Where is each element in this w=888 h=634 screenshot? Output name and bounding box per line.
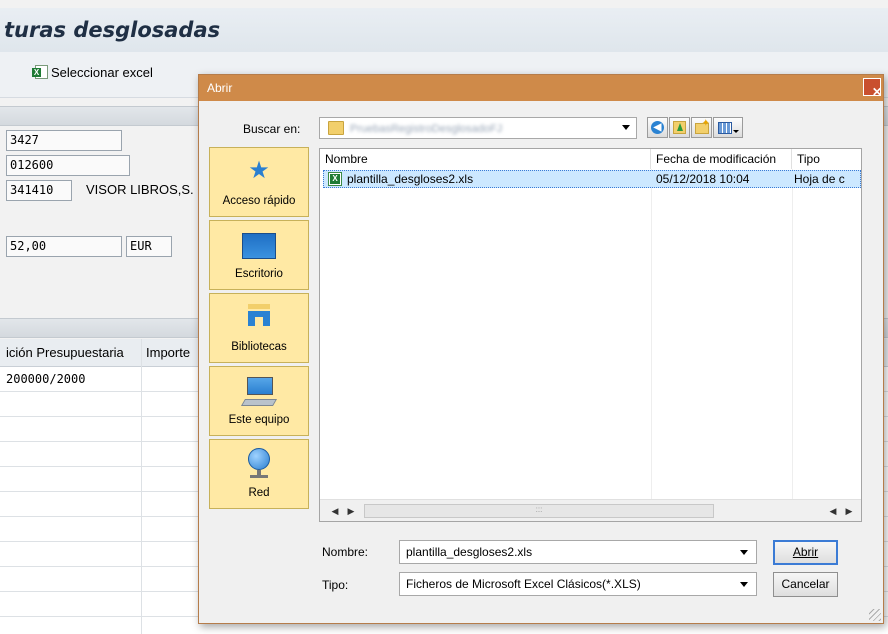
- place-desktop[interactable]: Escritorio: [209, 220, 309, 290]
- place-libraries[interactable]: Bibliotecas: [209, 293, 309, 363]
- currency-field[interactable]: EUR: [126, 236, 172, 257]
- libraries-icon: [248, 304, 270, 326]
- dialog-title: Abrir: [207, 81, 233, 95]
- filename-input[interactable]: plantilla_desgloses2.xls: [399, 540, 757, 564]
- col-divider: [792, 169, 793, 499]
- pin-icon: ★: [248, 157, 270, 184]
- field-1[interactable]: 3427: [6, 130, 122, 151]
- view-menu-button[interactable]: [713, 117, 743, 138]
- select-excel-button[interactable]: X Seleccionar excel: [32, 62, 153, 82]
- place-label: Acceso rápido: [222, 195, 296, 207]
- look-in-value: PruebasRegistroDesglosadoFJ: [350, 123, 503, 135]
- col-divider: [651, 169, 652, 499]
- filetype-select[interactable]: Ficheros de Microsoft Excel Clásicos(*.X…: [399, 572, 757, 596]
- cancel-button[interactable]: Cancelar: [773, 572, 838, 597]
- horizontal-scrollbar[interactable]: ◀ ▶ ::: ◀ ▶: [320, 499, 861, 521]
- file-list-header: Nombre Fecha de modificación Tipo: [320, 149, 861, 169]
- select-excel-label: Seleccionar excel: [51, 64, 153, 80]
- field-2[interactable]: 012600: [6, 155, 130, 176]
- close-button[interactable]: ✕: [863, 78, 882, 99]
- file-row[interactable]: plantilla_desgloses2.xls 05/12/2018 10:0…: [323, 170, 861, 188]
- place-label: Escritorio: [235, 268, 283, 280]
- grid-header-budget[interactable]: ición Presupuestaria: [6, 339, 124, 367]
- back-button[interactable]: ◀: [647, 117, 668, 138]
- scroll-left-icon[interactable]: ◀: [328, 504, 342, 518]
- up-folder-icon: [673, 121, 686, 134]
- excel-icon: X: [32, 65, 48, 79]
- folder-icon: [328, 121, 344, 135]
- filetype-value: Ficheros de Microsoft Excel Clásicos(*.X…: [406, 577, 641, 591]
- dialog-toolbar: ◀ ✦: [647, 117, 743, 139]
- scroll-thumb[interactable]: :::: [364, 504, 714, 518]
- open-file-dialog: Abrir ✕ Buscar en: PruebasRegistroDesglo…: [198, 74, 884, 624]
- filetype-label: Tipo:: [322, 578, 348, 592]
- back-arrow-icon: ◀: [651, 121, 664, 134]
- new-folder-button[interactable]: ✦: [691, 117, 712, 138]
- look-in-combo[interactable]: PruebasRegistroDesglosadoFJ: [319, 117, 637, 139]
- amount-field[interactable]: 52,00: [6, 236, 122, 257]
- file-name: plantilla_desgloses2.xls: [347, 172, 474, 186]
- place-label: Este equipo: [228, 414, 290, 426]
- dialog-title-bar[interactable]: Abrir ✕: [199, 75, 883, 101]
- field-3[interactable]: 341410: [6, 180, 72, 201]
- column-type[interactable]: Tipo: [792, 149, 861, 169]
- computer-icon: [240, 377, 278, 407]
- excel-file-icon: [328, 172, 342, 186]
- place-label: Bibliotecas: [231, 341, 287, 353]
- filetype-label-text: Tipo:: [322, 578, 349, 592]
- filename-value: plantilla_desgloses2.xls: [406, 545, 533, 559]
- caret-down-icon: [733, 130, 739, 133]
- network-icon: [244, 448, 274, 478]
- chevron-down-icon: [622, 125, 630, 130]
- desktop-icon: [242, 233, 276, 259]
- column-date[interactable]: Fecha de modificación: [651, 149, 792, 169]
- up-folder-button[interactable]: [669, 117, 690, 138]
- file-list[interactable]: Nombre Fecha de modificación Tipo planti…: [319, 148, 862, 522]
- page-title: turas desglosadas: [4, 18, 221, 42]
- place-network[interactable]: Red: [209, 439, 309, 509]
- file-type: Hoja de c: [794, 172, 845, 186]
- vendor-name: VISOR LIBROS,S.: [86, 182, 194, 197]
- place-quick-access[interactable]: ★ Acceso rápido: [209, 147, 309, 217]
- look-in-label-text: Buscar en:: [243, 122, 301, 136]
- file-date: 05/12/2018 10:04: [656, 172, 750, 186]
- scroll-left-icon[interactable]: ◀: [826, 504, 840, 518]
- row-budget-cell: 200000/2000: [6, 372, 86, 386]
- scroll-right-icon[interactable]: ▶: [344, 504, 358, 518]
- place-this-pc[interactable]: Este equipo: [209, 366, 309, 436]
- open-button[interactable]: Abrir: [773, 540, 838, 565]
- grid-header-amount[interactable]: Importe: [146, 339, 190, 367]
- look-in-label: Buscar en:: [243, 122, 300, 136]
- sparkle-icon: ✦: [701, 118, 710, 129]
- filename-label-text: Nombre:: [322, 545, 369, 559]
- cancel-button-label: Cancelar: [781, 577, 830, 591]
- open-button-label: Abrir: [792, 545, 819, 559]
- close-icon: ✕: [872, 85, 883, 99]
- resize-grip[interactable]: [869, 609, 881, 621]
- view-icon: [718, 122, 732, 134]
- scroll-right-icon[interactable]: ▶: [842, 504, 856, 518]
- chevron-down-icon[interactable]: [740, 550, 748, 555]
- column-name[interactable]: Nombre: [320, 149, 651, 169]
- filename-label: Nombre:: [322, 545, 368, 559]
- place-label: Red: [248, 487, 270, 499]
- chevron-down-icon[interactable]: [740, 582, 748, 587]
- app-title-bar: turas desglosadas: [0, 8, 888, 52]
